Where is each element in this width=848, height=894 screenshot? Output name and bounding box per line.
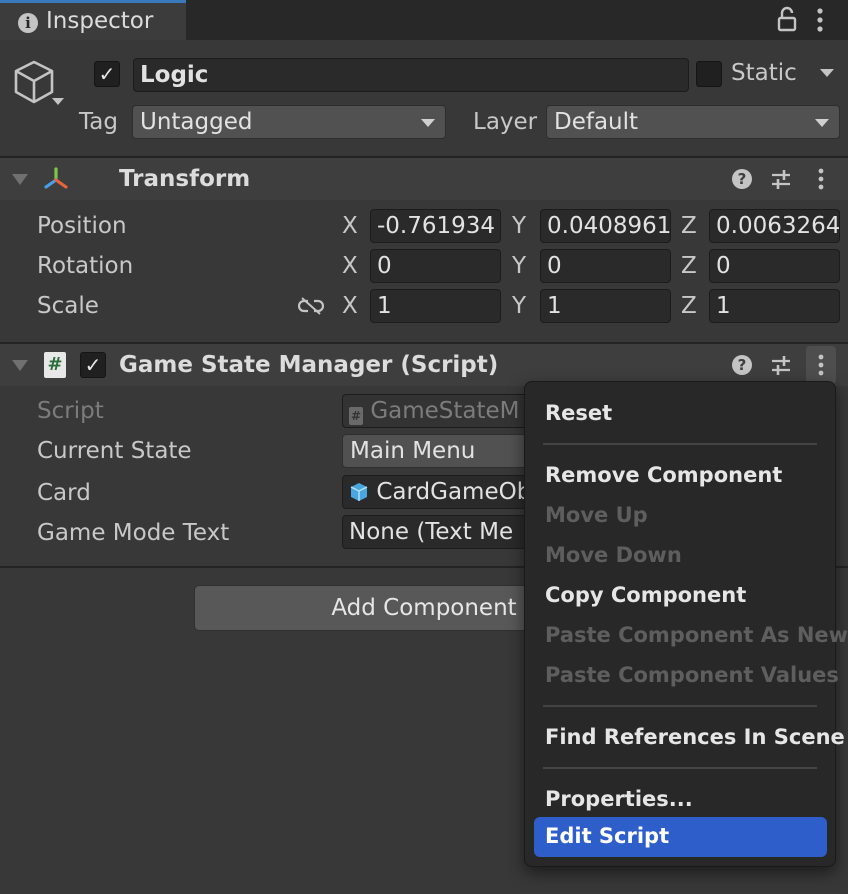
script-field-label: Script xyxy=(37,398,104,424)
chevron-down-icon xyxy=(421,119,435,127)
layer-value: Default xyxy=(554,109,639,135)
axis-z-label[interactable]: Z xyxy=(681,213,697,239)
axis-y-label[interactable]: Y xyxy=(512,253,526,279)
chevron-down-icon xyxy=(815,119,829,127)
menu-item-paste-as-new[interactable]: Paste Component As New xyxy=(545,623,848,647)
script-component-header[interactable]: # ✓ Game State Manager (Script) ? xyxy=(0,344,848,386)
prefab-cube-icon xyxy=(350,483,368,501)
menu-item-edit-script-label: Edit Script xyxy=(545,824,670,848)
static-label: Static xyxy=(731,60,797,86)
menu-item-move-up[interactable]: Move Up xyxy=(545,503,648,527)
menu-item-move-down[interactable]: Move Down xyxy=(545,543,682,567)
scale-label: Scale xyxy=(37,293,99,319)
axis-x-label[interactable]: X xyxy=(342,293,358,319)
menu-item-remove-component[interactable]: Remove Component xyxy=(545,463,782,487)
component-menu-icon[interactable] xyxy=(816,167,826,191)
position-x-field[interactable]: -0.761934 xyxy=(370,209,501,243)
component-menu-icon xyxy=(818,354,824,376)
info-icon: i xyxy=(18,13,38,33)
menu-item-copy-component[interactable]: Copy Component xyxy=(545,583,746,607)
menu-item-paste-values[interactable]: Paste Component Values xyxy=(545,663,839,687)
script-reference-value: GameStateM xyxy=(370,398,520,424)
axis-x-label[interactable]: X xyxy=(342,213,358,239)
script-file-icon: # xyxy=(349,407,363,425)
foldout-arrow-icon[interactable] xyxy=(12,174,28,185)
script-component-title: Game State Manager (Script) xyxy=(119,352,499,378)
script-file-icon: # xyxy=(44,352,66,378)
presets-icon[interactable] xyxy=(770,168,792,190)
scale-z-field[interactable]: 1 xyxy=(709,289,840,323)
card-object-value: CardGameOb xyxy=(376,479,532,505)
transform-title: Transform xyxy=(119,166,251,192)
scale-y-field[interactable]: 1 xyxy=(540,289,671,323)
component-menu-button[interactable] xyxy=(806,346,836,384)
help-icon[interactable]: ? xyxy=(732,355,752,375)
help-icon[interactable]: ? xyxy=(732,169,752,189)
gameobject-icon[interactable] xyxy=(10,58,58,106)
menu-item-edit-script[interactable]: Edit Script xyxy=(534,817,827,857)
tab-inspector-label: Inspector xyxy=(46,8,154,34)
tab-inspector[interactable]: i Inspector xyxy=(0,0,186,40)
rotation-y-field[interactable]: 0 xyxy=(540,249,671,283)
constrain-proportions-icon[interactable] xyxy=(298,296,324,316)
axis-z-label[interactable]: Z xyxy=(681,253,697,279)
transform-header[interactable]: Transform ? xyxy=(0,158,848,200)
presets-icon[interactable] xyxy=(770,354,792,376)
game-mode-text-field[interactable]: None (Text Me xyxy=(342,515,532,549)
component-context-menu: Reset Remove Component Move Up Move Down… xyxy=(524,381,848,867)
static-dropdown-icon[interactable] xyxy=(820,69,834,77)
axis-z-label[interactable]: Z xyxy=(681,293,697,319)
rotation-x-field[interactable]: 0 xyxy=(370,249,501,283)
menu-separator xyxy=(543,443,817,445)
tag-dropdown[interactable]: Untagged xyxy=(132,105,446,139)
menu-item-properties[interactable]: Properties... xyxy=(545,787,693,811)
scale-x-field[interactable]: 1 xyxy=(370,289,501,323)
tag-value: Untagged xyxy=(140,109,253,135)
lock-icon[interactable] xyxy=(776,6,798,32)
static-checkbox[interactable] xyxy=(696,61,722,87)
current-state-dropdown[interactable]: Main Menu xyxy=(342,434,532,468)
gameobject-name-field[interactable]: Logic xyxy=(133,58,689,92)
menu-item-reset[interactable]: Reset xyxy=(545,401,612,425)
foldout-arrow-icon[interactable] xyxy=(12,360,28,371)
menu-separator xyxy=(543,705,817,707)
game-mode-text-label: Game Mode Text xyxy=(37,520,230,546)
layer-dropdown[interactable]: Default xyxy=(546,105,840,139)
current-state-label: Current State xyxy=(37,438,192,464)
script-reference-field: # GameStateM xyxy=(342,394,532,428)
position-z-field[interactable]: 0.0063264 xyxy=(709,209,840,243)
tab-menu-icon[interactable] xyxy=(812,6,828,34)
menu-separator xyxy=(543,767,817,769)
transform-icon xyxy=(44,167,68,189)
active-checkbox[interactable]: ✓ xyxy=(94,61,120,87)
menu-item-find-references[interactable]: Find References In Scene xyxy=(545,725,845,749)
rotation-label: Rotation xyxy=(37,253,134,279)
position-y-field[interactable]: 0.0408961 xyxy=(540,209,671,243)
card-label: Card xyxy=(37,480,91,506)
axis-x-label[interactable]: X xyxy=(342,253,358,279)
position-label: Position xyxy=(37,213,127,239)
rotation-z-field[interactable]: 0 xyxy=(709,249,840,283)
gameobject-icon-dropdown-icon[interactable] xyxy=(52,98,64,105)
axis-y-label[interactable]: Y xyxy=(512,293,526,319)
script-enabled-checkbox[interactable]: ✓ xyxy=(80,352,106,378)
tag-label: Tag xyxy=(79,109,118,135)
axis-y-label[interactable]: Y xyxy=(512,213,526,239)
card-object-field[interactable]: CardGameOb xyxy=(342,475,532,509)
layer-label: Layer xyxy=(473,109,538,135)
